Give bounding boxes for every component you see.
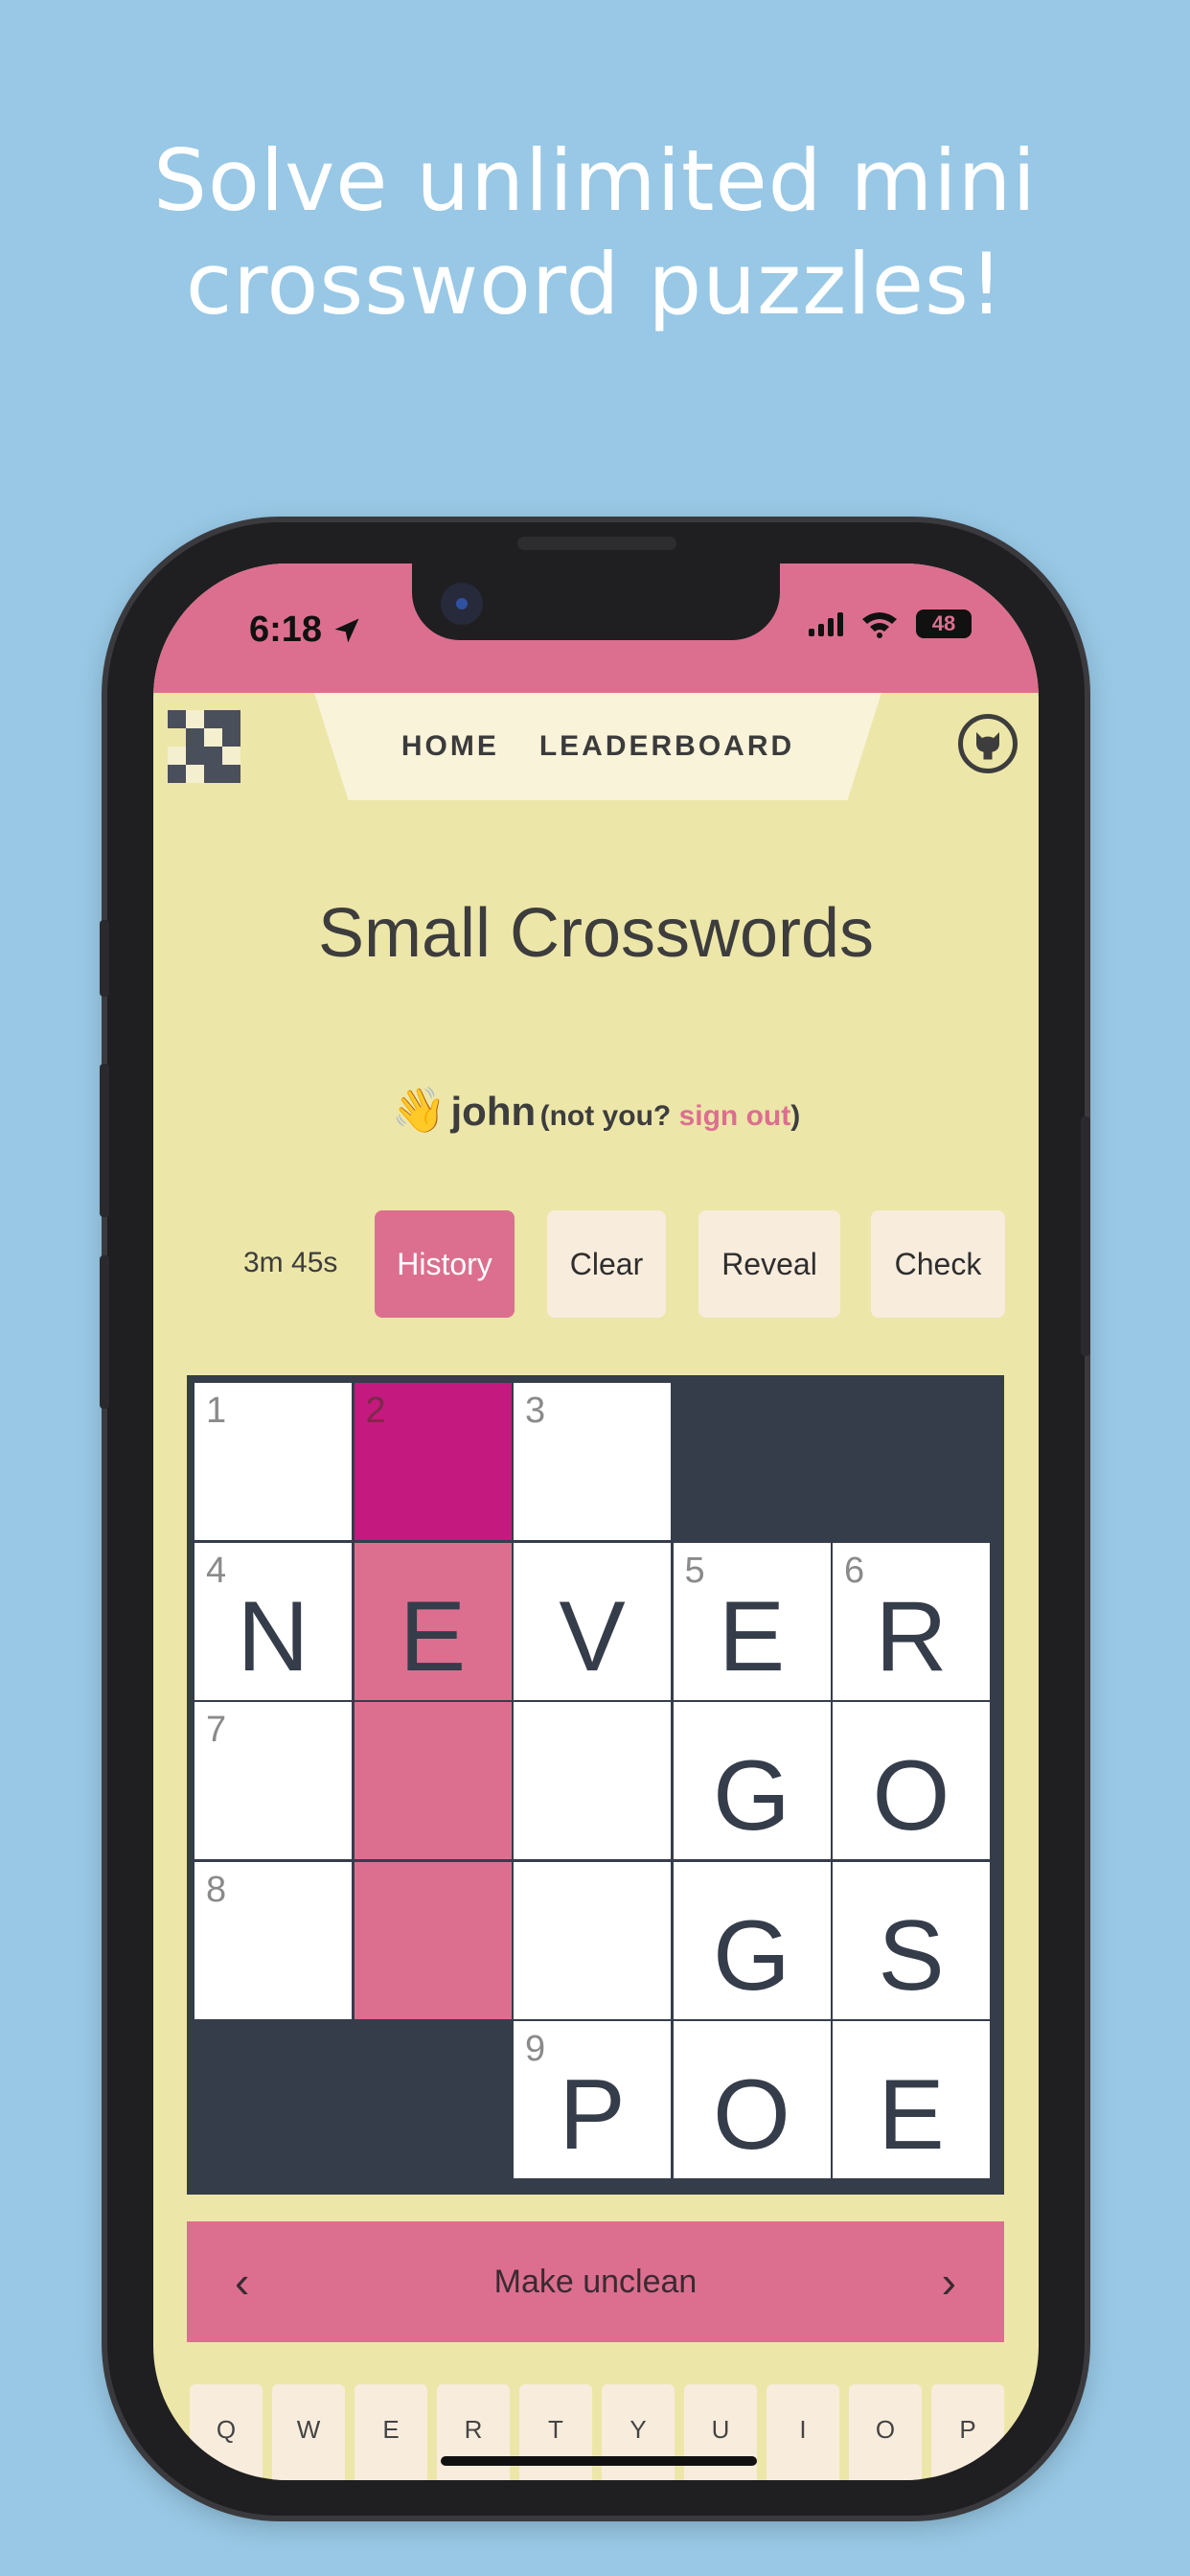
app-content: HOME LEADERBOARD Small Crosswords 👋 john… — [153, 693, 1039, 2480]
cell-letter: E — [718, 1580, 786, 1692]
grid-cell[interactable]: 4N — [195, 1542, 352, 1700]
cell-letter: N — [237, 1580, 309, 1692]
nav-tabs: HOME LEADERBOARD — [314, 693, 881, 800]
keyboard-key[interactable]: T — [519, 2384, 592, 2480]
keyboard-key[interactable]: E — [355, 2384, 427, 2480]
cell-number: 3 — [525, 1391, 546, 1431]
clue-bar: ‹ Make unclean › — [187, 2221, 1004, 2342]
front-camera — [441, 583, 483, 625]
phone-screen: 6:18 48 HOME LEADERBOARD Small Crossword… — [153, 564, 1039, 2480]
toolbar: 3m 45s History Clear Reveal Check — [153, 1210, 1039, 1318]
cell-letter: O — [713, 2059, 790, 2171]
wifi-icon — [862, 612, 897, 638]
power-button — [1081, 1116, 1090, 1356]
keyboard-key[interactable]: I — [767, 2384, 839, 2480]
check-button[interactable]: Check — [871, 1210, 1005, 1318]
crossword-grid: 1234NEV5E6R7GO8GS9POE — [187, 1375, 1004, 2195]
grid-cell[interactable] — [514, 1702, 671, 1859]
headline: Solve unlimited mini crossword puzzles! — [153, 131, 1037, 334]
wave-icon: 👋 — [391, 1085, 447, 1135]
battery-icon: 48 — [916, 610, 972, 638]
grid-cell[interactable]: 9P — [514, 2021, 671, 2178]
cell-letter: G — [713, 1740, 790, 1852]
volume-up-button — [100, 1064, 109, 1217]
grid-cell[interactable]: 6R — [833, 1542, 990, 1700]
nav-leaderboard-link[interactable]: LEADERBOARD — [539, 730, 794, 763]
timer: 3m 45s — [243, 1247, 338, 1278]
clear-button[interactable]: Clear — [547, 1210, 666, 1318]
next-clue-button[interactable]: › — [942, 2256, 956, 2308]
grid-cell[interactable]: S — [833, 1861, 990, 2019]
cell-number: 1 — [206, 1391, 227, 1431]
volume-down-button — [100, 1255, 109, 1409]
cell-number: 2 — [365, 1391, 386, 1431]
cell-letter: S — [878, 1899, 945, 2012]
clue-text: Make unclean — [493, 2263, 698, 2300]
keyboard-key[interactable]: W — [272, 2384, 345, 2480]
cell-number: 7 — [206, 1710, 227, 1750]
home-indicator — [441, 2456, 757, 2466]
previous-clue-button[interactable]: ‹ — [235, 2256, 249, 2308]
page-title: Small Crosswords — [317, 895, 875, 972]
status-icons: 48 — [809, 610, 972, 638]
keyboard-key[interactable]: Q — [190, 2384, 263, 2480]
keyboard-key[interactable]: R — [437, 2384, 510, 2480]
keyboard-key[interactable]: U — [684, 2384, 757, 2480]
grid-cell[interactable]: 7 — [195, 1702, 352, 1859]
cell-letter: E — [399, 1580, 467, 1692]
grid-cell[interactable] — [354, 1702, 512, 1859]
grid-cell[interactable] — [514, 1861, 671, 2019]
grid-cell[interactable]: 8 — [195, 1861, 352, 2019]
grid-cell[interactable]: G — [673, 1702, 831, 1859]
keyboard-key[interactable]: P — [931, 2384, 1004, 2480]
nav-home-link[interactable]: HOME — [401, 730, 499, 763]
speaker-grille — [517, 537, 676, 550]
cell-letter: G — [713, 1899, 790, 2012]
grid-cell[interactable]: 2 — [354, 1383, 512, 1540]
grid-cell[interactable]: O — [673, 2021, 831, 2178]
grid-cell[interactable]: E — [833, 2021, 990, 2178]
grid-cell[interactable]: 3 — [514, 1383, 671, 1540]
cell-letter: V — [559, 1580, 626, 1692]
github-button[interactable] — [958, 714, 1018, 773]
grid-cell[interactable]: E — [354, 1542, 512, 1700]
history-button[interactable]: History — [375, 1210, 515, 1318]
greeting: 👋 john (not you? sign out) — [153, 1084, 1039, 1137]
grid-cell[interactable]: V — [514, 1542, 671, 1700]
cell-number: 8 — [206, 1869, 227, 1910]
grid-cell[interactable]: G — [673, 1861, 831, 2019]
github-icon — [976, 732, 999, 760]
side-button — [100, 920, 109, 997]
sign-out-link[interactable]: sign out — [679, 1100, 791, 1132]
cellular-signal-icon — [809, 611, 843, 636]
status-time: 6:18 — [249, 610, 361, 651]
grid-cell[interactable]: 5E — [673, 1542, 831, 1700]
cell-letter: P — [559, 2059, 626, 2171]
keyboard-key[interactable]: O — [849, 2384, 922, 2480]
grid-cell[interactable] — [354, 1861, 512, 2019]
crossword-logo-icon[interactable] — [168, 710, 240, 783]
keyboard: QWERTYUIOP — [190, 2384, 1004, 2480]
keyboard-key[interactable]: Y — [602, 2384, 675, 2480]
cell-letter: E — [878, 2059, 945, 2171]
greeting-suffix: ) — [790, 1100, 801, 1132]
cell-letter: O — [872, 1740, 950, 1852]
greeting-prefix: (not you? — [539, 1100, 679, 1132]
grid-cell[interactable]: 1 — [195, 1383, 352, 1540]
grid-cell[interactable]: O — [833, 1702, 990, 1859]
reveal-button[interactable]: Reveal — [698, 1210, 840, 1318]
cell-letter: R — [875, 1580, 948, 1692]
location-arrow-icon — [334, 618, 359, 643]
user-name: john — [450, 1089, 537, 1134]
